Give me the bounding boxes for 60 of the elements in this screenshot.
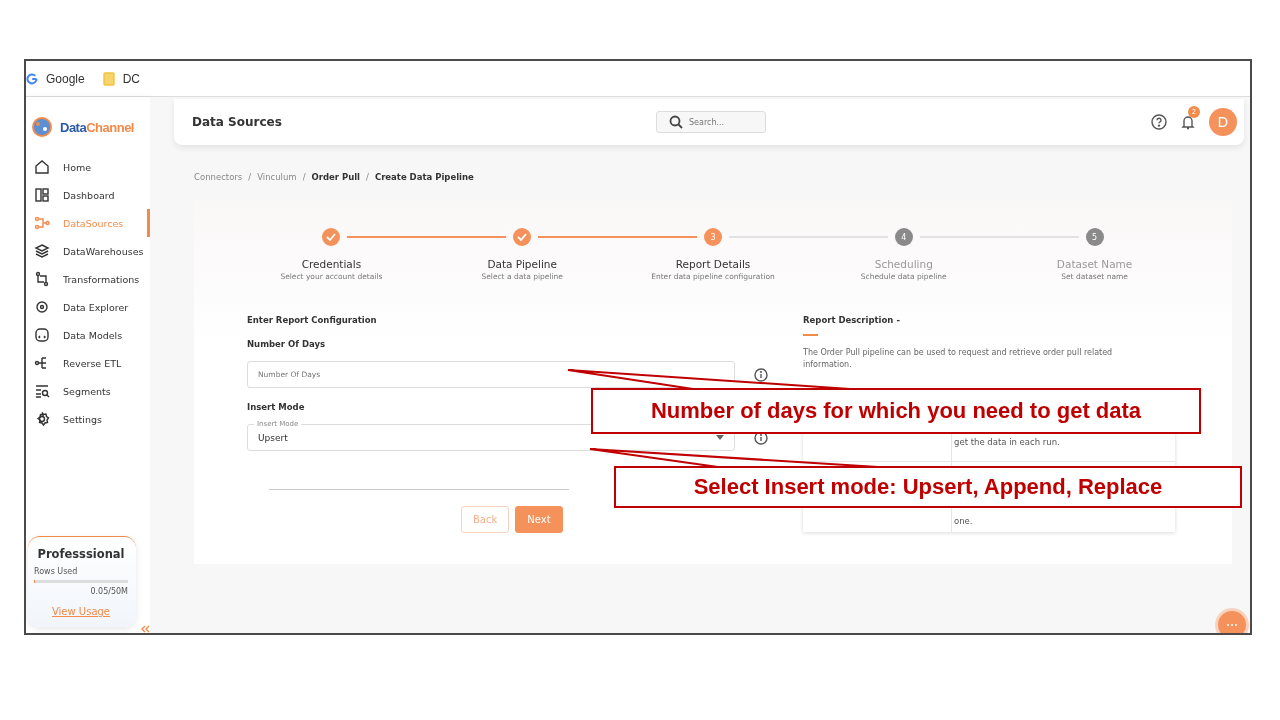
step-circle: 3	[704, 228, 722, 246]
field-label: Number Of Days	[247, 339, 326, 349]
bookmark-link[interactable]: DC	[122, 71, 141, 86]
description-title: Report Description -	[803, 315, 901, 325]
explorer-icon	[34, 299, 50, 315]
breadcrumb-link[interactable]: Connectors	[194, 172, 243, 200]
step-title: Credentials	[301, 258, 362, 270]
table-cell-text: get the data in each run.	[953, 437, 1061, 449]
breadcrumb-link[interactable]: Create Data Pipeline	[374, 172, 474, 200]
sidebar-item[interactable]: Data Models	[26, 321, 150, 349]
collapse-icon	[140, 625, 150, 633]
sidebar-item[interactable]: Data Explorer	[26, 293, 150, 321]
breadcrumb-separator: /	[366, 172, 369, 184]
step-title: Report Details	[675, 258, 751, 270]
plan-title: Professsional	[36, 547, 126, 561]
field-label: Insert Mode	[247, 402, 305, 412]
help-icon	[1151, 114, 1167, 130]
chat-icon	[1226, 623, 1238, 627]
dashboard-icon	[34, 187, 50, 203]
usage-value: 0.05/50M	[89, 587, 128, 596]
sidebar-item[interactable]: DataWarehouses	[26, 237, 150, 265]
search-icon	[669, 115, 683, 129]
layers-icon	[34, 243, 50, 259]
breadcrumb-separator: /	[302, 172, 306, 184]
step-circle: 5	[1085, 228, 1104, 246]
sidebar-item[interactable]: Dashboard	[26, 181, 150, 209]
sidebar-item[interactable]: Segments	[26, 377, 150, 405]
step-title: Data Pipeline	[487, 258, 557, 270]
logo-icon	[30, 115, 54, 139]
sidebar-item[interactable]: Home	[26, 153, 150, 181]
rows-label: Rows Used	[34, 567, 79, 576]
flow-icon	[34, 215, 50, 231]
page-title: Data Sources	[192, 115, 283, 129]
step-title: Scheduling	[874, 258, 933, 270]
breadcrumb-link[interactable]: Order Pull	[311, 172, 361, 200]
check-icon	[326, 233, 337, 241]
breadcrumb-separator: /	[248, 172, 252, 184]
info-icon	[754, 367, 768, 382]
sidebar-item[interactable]: Settings	[26, 405, 150, 433]
home-icon	[34, 159, 50, 175]
model-icon	[34, 327, 50, 343]
section-heading: Enter Report Configuration	[247, 315, 377, 325]
google-icon	[26, 72, 38, 85]
sidebar-item[interactable]: Reverse ETL	[26, 349, 150, 377]
sidebar-item[interactable]: Transformations	[26, 265, 150, 293]
segments-icon	[34, 383, 50, 399]
bell-icon	[1181, 114, 1195, 130]
check-icon	[517, 233, 528, 241]
step-title: Dataset Name	[1056, 258, 1133, 270]
table-cell-text: one.	[953, 516, 974, 528]
transform-icon	[34, 271, 50, 287]
bookmark-icon	[102, 71, 115, 86]
description-text: The Order Pull pipeline can be used to request and retrieve order pull related information.	[803, 347, 1114, 371]
chat-button[interactable]	[1218, 611, 1246, 633]
settings-icon	[34, 411, 50, 427]
logo-text: DataChannel	[60, 119, 134, 135]
breadcrumb-link[interactable]: Vinculum	[257, 172, 297, 200]
search-field[interactable]: Search...	[656, 111, 766, 133]
bookmark-link[interactable]: Google	[46, 71, 85, 86]
step-circle: 4	[894, 228, 913, 246]
